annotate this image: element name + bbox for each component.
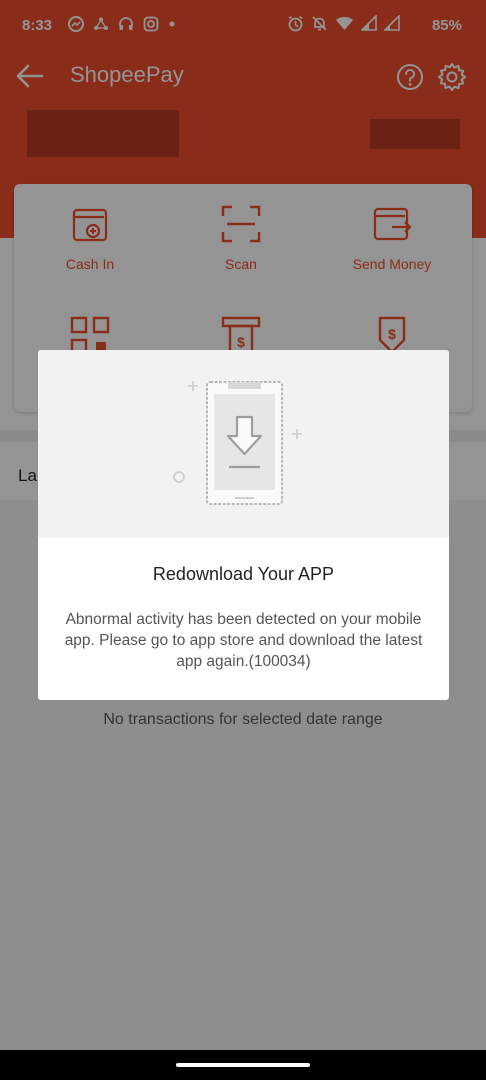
home-gesture-handle[interactable] (176, 1063, 310, 1067)
redownload-dialog: Redownload Your APP Abnormal activity ha… (38, 350, 449, 700)
dialog-title: Redownload Your APP (152, 564, 335, 584)
dialog-message: Abnormal activity has been detected on y… (64, 611, 423, 670)
dialog-illustration (38, 350, 449, 538)
navigation-bar (0, 1050, 486, 1080)
phone-download-icon (173, 381, 302, 505)
empty-transactions-text: No transactions for selected date range (103, 711, 383, 728)
